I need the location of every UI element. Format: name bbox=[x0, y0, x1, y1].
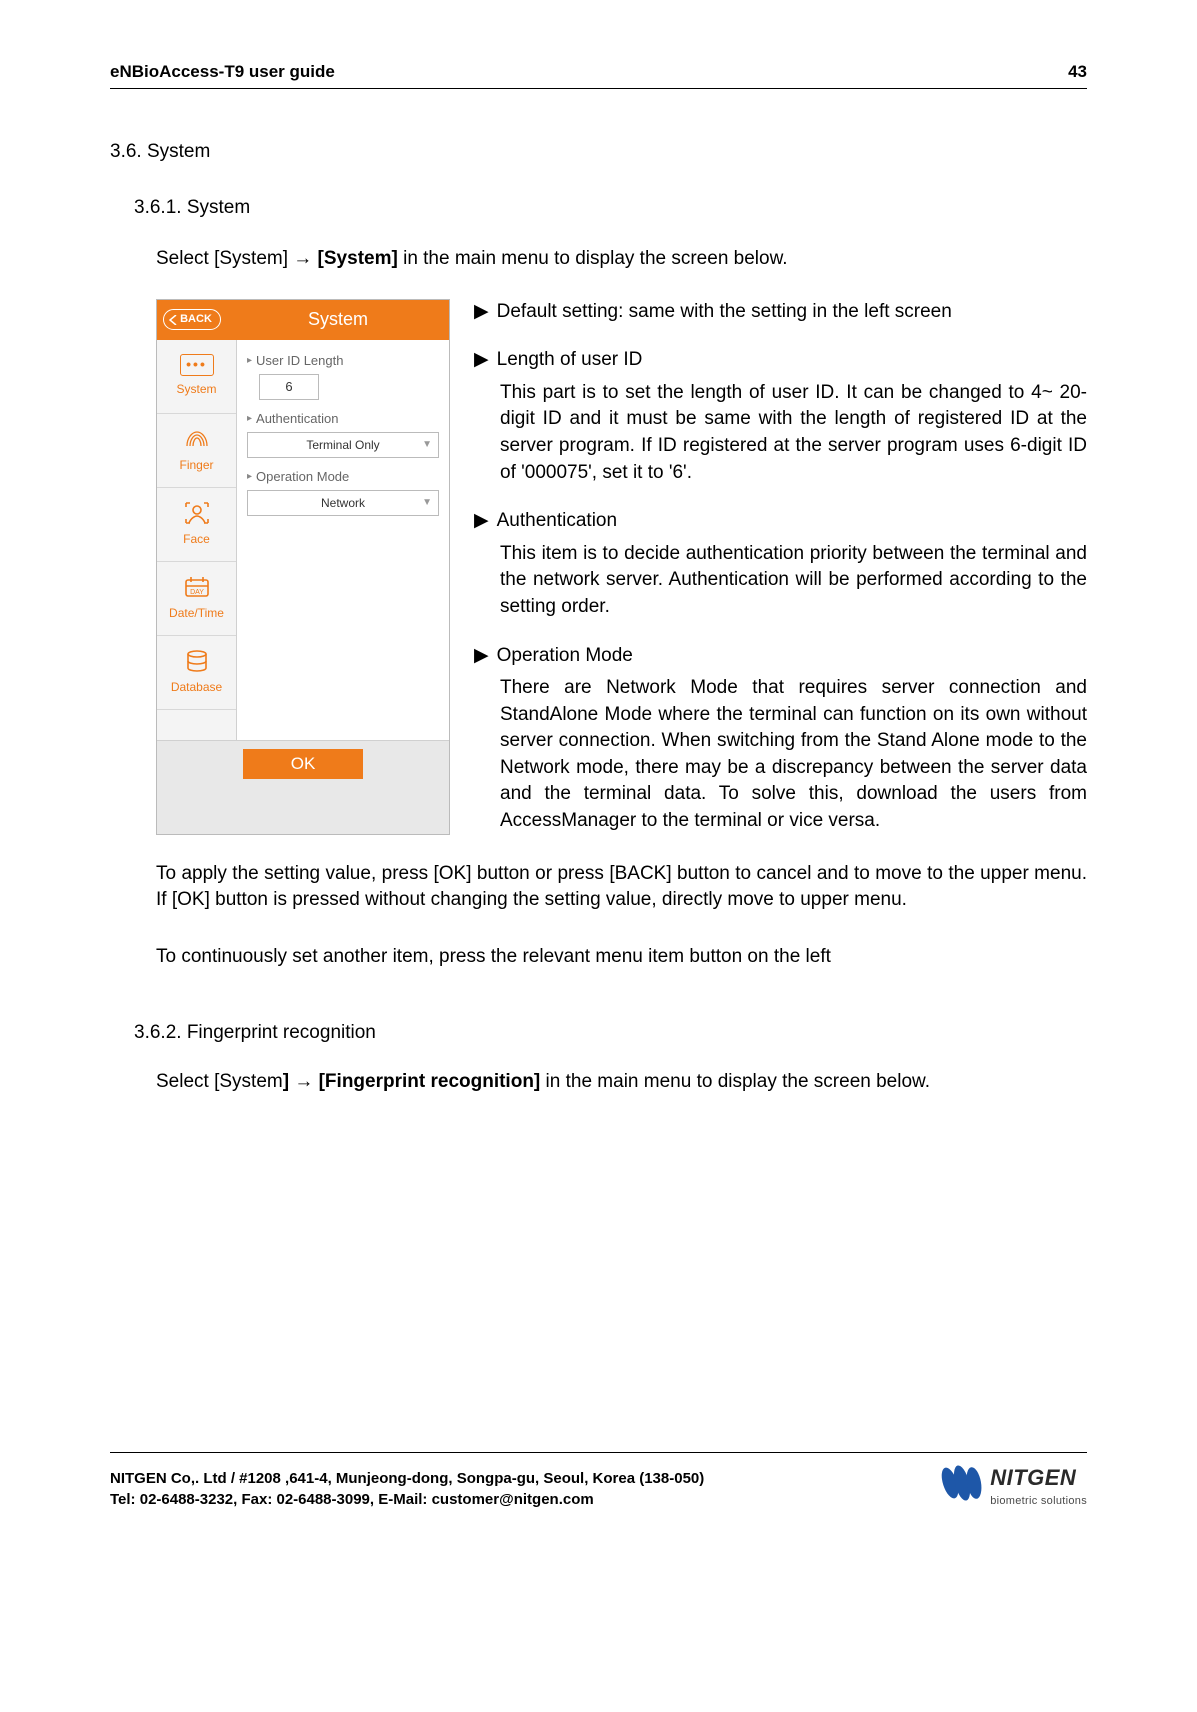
page-number: 43 bbox=[1068, 60, 1087, 84]
sidebar-item-label: Face bbox=[183, 531, 210, 548]
bullet-authentication: ▶ Authentication bbox=[474, 508, 1087, 535]
bullet-text: Default setting: same with the setting i… bbox=[497, 299, 1087, 326]
bullet-head: Authentication bbox=[497, 508, 1087, 535]
instr-part: in the main menu to display the screen b… bbox=[540, 1071, 930, 1092]
triangle-bullet-icon: ▶ bbox=[474, 508, 489, 535]
logo-mark-icon bbox=[940, 1463, 984, 1510]
description-column: ▶ Default setting: same with the setting… bbox=[474, 299, 1087, 835]
footer-line: NITGEN Co,. Ltd / #1208 ,641-4, Munjeong… bbox=[110, 1468, 704, 1489]
sidebar-item-label: Date/Time bbox=[169, 605, 224, 622]
device-content: User ID Length 6 Authentication Terminal… bbox=[237, 340, 449, 740]
sidebar-item-face[interactable]: Face bbox=[157, 488, 236, 562]
bullet-default-setting: ▶ Default setting: same with the setting… bbox=[474, 299, 1087, 326]
ok-button[interactable]: OK bbox=[243, 749, 363, 779]
user-id-length-input[interactable]: 6 bbox=[259, 374, 319, 400]
bullet-head: Operation Mode bbox=[497, 643, 1087, 670]
bullet-length-user-id: ▶ Length of user ID bbox=[474, 347, 1087, 374]
instruction-3-6-1: Select [System] → [System] in the main m… bbox=[156, 246, 1087, 273]
system-icon: ••• bbox=[180, 354, 214, 376]
screen-title: System bbox=[227, 300, 449, 340]
section-3-6-heading: 3.6. System bbox=[110, 139, 1087, 166]
back-label: BACK bbox=[180, 312, 212, 327]
chevron-down-icon: ▼ bbox=[422, 496, 432, 510]
sidebar-item-label: Finger bbox=[179, 457, 213, 474]
authentication-label: Authentication bbox=[247, 410, 439, 428]
device-footer: OK bbox=[157, 740, 449, 787]
user-id-length-label: User ID Length bbox=[247, 352, 439, 370]
page-footer: NITGEN Co,. Ltd / #1208 ,641-4, Munjeong… bbox=[110, 1463, 1087, 1510]
instr-part: Select [System] bbox=[156, 248, 293, 269]
select-value: Terminal Only bbox=[306, 437, 379, 454]
calendar-icon: DAY bbox=[180, 574, 214, 600]
bullet-body: This part is to set the length of user I… bbox=[500, 380, 1087, 486]
device-sidebar: ••• System Finger Face bbox=[157, 340, 237, 740]
footer-line: Tel: 02-6488-3232, Fax: 02-6488-3099, E-… bbox=[110, 1489, 704, 1510]
arrow-icon: → bbox=[293, 248, 312, 269]
database-icon bbox=[180, 648, 214, 674]
chevron-left-icon bbox=[169, 315, 177, 325]
sidebar-item-label: System bbox=[176, 381, 216, 398]
section-3-6-2-heading: 3.6.2. Fingerprint recognition bbox=[134, 1020, 1087, 1047]
logo-name: NITGEN bbox=[990, 1463, 1087, 1494]
sidebar-item-finger[interactable]: Finger bbox=[157, 414, 236, 488]
footer-rule bbox=[110, 1452, 1087, 1453]
doc-title: eNBioAccess-T9 user guide bbox=[110, 60, 335, 84]
instr-bold: ] bbox=[283, 1071, 295, 1092]
operation-mode-select[interactable]: Network ▼ bbox=[247, 490, 439, 516]
footer-text: NITGEN Co,. Ltd / #1208 ,641-4, Munjeong… bbox=[110, 1468, 704, 1510]
screenshot-and-description: BACK System ••• System Finger bbox=[156, 299, 1087, 835]
instr-part: in the main menu to display the screen b… bbox=[398, 248, 788, 269]
bullet-body: This item is to decide authentication pr… bbox=[500, 541, 1087, 621]
select-value: Network bbox=[321, 495, 365, 512]
back-button[interactable]: BACK bbox=[157, 300, 227, 340]
triangle-bullet-icon: ▶ bbox=[474, 643, 489, 670]
bullet-body: There are Network Mode that requires ser… bbox=[500, 675, 1087, 835]
instruction-3-6-2: Select [System] → [Fingerprint recogniti… bbox=[156, 1069, 1087, 1096]
operation-mode-label: Operation Mode bbox=[247, 468, 439, 486]
instr-part: Select [System bbox=[156, 1071, 283, 1092]
continuous-set-paragraph: To continuously set another item, press … bbox=[156, 944, 1087, 971]
page-header: eNBioAccess-T9 user guide 43 bbox=[110, 60, 1087, 89]
arrow-icon: → bbox=[294, 1071, 313, 1092]
triangle-bullet-icon: ▶ bbox=[474, 347, 489, 374]
authentication-select[interactable]: Terminal Only ▼ bbox=[247, 432, 439, 458]
sidebar-item-database[interactable]: Database bbox=[157, 636, 236, 710]
svg-text:DAY: DAY bbox=[190, 589, 204, 596]
fingerprint-icon bbox=[180, 426, 214, 452]
device-screenshot: BACK System ••• System Finger bbox=[156, 299, 450, 835]
chevron-down-icon: ▼ bbox=[422, 438, 432, 452]
sidebar-item-datetime[interactable]: DAY Date/Time bbox=[157, 562, 236, 636]
instr-bold: [Fingerprint recognition] bbox=[313, 1071, 540, 1092]
device-titlebar: BACK System bbox=[157, 300, 449, 340]
section-3-6-1-heading: 3.6.1. System bbox=[134, 195, 1087, 222]
instr-bold: [System] bbox=[312, 248, 398, 269]
face-icon bbox=[180, 500, 214, 526]
nitgen-logo: NITGEN biometric solutions bbox=[940, 1463, 1087, 1510]
sidebar-item-system[interactable]: ••• System bbox=[157, 340, 236, 414]
triangle-bullet-icon: ▶ bbox=[474, 299, 489, 326]
logo-text: NITGEN biometric solutions bbox=[990, 1463, 1087, 1509]
apply-setting-paragraph: To apply the setting value, press [OK] b… bbox=[156, 861, 1087, 914]
bullet-head: Length of user ID bbox=[497, 347, 1087, 374]
logo-tagline: biometric solutions bbox=[990, 1494, 1087, 1509]
sidebar-item-label: Database bbox=[171, 679, 222, 696]
bullet-operation-mode: ▶ Operation Mode bbox=[474, 643, 1087, 670]
